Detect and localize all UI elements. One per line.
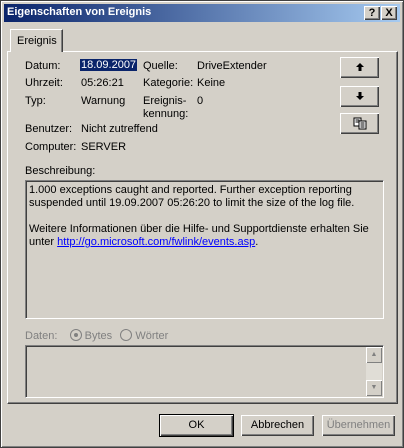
data-scrollbar[interactable]: ▲ ▼ [366,347,382,396]
typ-label: Typ: [25,95,46,107]
data-box[interactable]: ▲ ▼ [25,345,384,398]
radio-words-label: Wörter [135,330,169,342]
help-link[interactable]: http://go.microsoft.com/fwlink/events.as… [57,236,255,248]
radio-bytes[interactable] [69,329,82,341]
computer-label: Computer: [25,141,77,153]
datum-value[interactable]: 18.09.2007 [80,59,138,71]
computer-value[interactable]: SERVER [81,141,126,153]
kategorie-value[interactable]: Keine [197,77,225,89]
kennung-label-line2: kennung: [143,108,189,120]
ok-button[interactable]: OK [159,414,234,437]
copy-button[interactable] [340,113,379,134]
title-bar[interactable]: Eigenschaften von Ereignis ? X [4,4,400,22]
data-label: Daten: [25,330,58,342]
radio-bytes-label: Bytes [84,330,113,342]
scroll-up-button[interactable]: ▲ [366,347,382,363]
tab-label: Ereignis [17,35,57,47]
arrow-down-icon [355,92,364,100]
next-event-button[interactable] [340,86,379,107]
radio-words[interactable] [120,329,133,341]
apply-button[interactable]: Übernehmen [322,415,395,436]
description-line: 1.000 exceptions caught and reported. Fu… [29,184,352,196]
cancel-button[interactable]: Abbrechen [241,415,314,436]
quelle-value[interactable]: DriveExtender [197,60,267,72]
uhrzeit-value[interactable]: 05:26:21 [81,77,124,89]
tab-ereignis[interactable]: Ereignis [10,29,63,52]
copy-icon [353,117,366,130]
description-line: Weitere Informationen über die Hilfe- un… [29,223,369,235]
close-button[interactable]: X [381,6,397,20]
datum-label: Datum: [25,60,61,72]
arrow-up-icon [355,63,364,71]
description-label: Beschreibung: [25,165,96,177]
data-format-group: Daten: Bytes Wörter [25,329,168,342]
previous-event-button[interactable] [340,57,379,78]
benutzer-value[interactable]: Nicht zutreffend [81,123,158,135]
kennung-label-line1: Ereignis- [143,95,187,107]
quelle-label: Quelle: [143,60,178,72]
help-button[interactable]: ? [364,6,380,20]
scroll-down-button[interactable]: ▼ [366,380,382,396]
description-line: suspended until 19.09.2007 05:26:20 to l… [29,197,355,209]
window-title: Eigenschaften von Ereignis [7,6,152,18]
properties-dialog: Eigenschaften von Ereignis ? X Ereignis … [0,0,404,448]
kategorie-label: Kategorie: [143,77,194,89]
description-box[interactable]: 1.000 exceptions caught and reported. Fu… [25,180,384,319]
description-text: . [255,236,259,248]
description-text: unter [29,236,58,248]
uhrzeit-label: Uhrzeit: [25,77,63,89]
typ-value[interactable]: Warnung [81,95,125,107]
benutzer-label: Benutzer: [25,123,73,135]
kennung-value[interactable]: 0 [197,95,203,107]
